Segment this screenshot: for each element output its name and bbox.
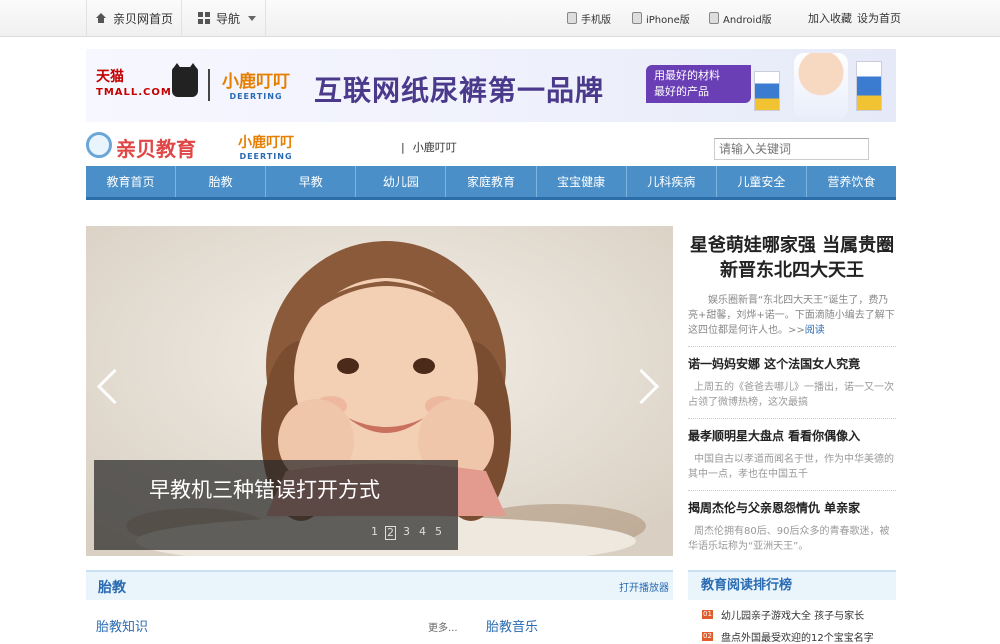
news-title[interactable]: 揭周杰伦与父亲恩怨情仇 单亲家 — [688, 499, 896, 516]
iphone-version-link[interactable]: iPhone版 — [632, 0, 690, 36]
nav-item[interactable]: 儿童安全 — [717, 166, 807, 197]
slide-pagination: 12345 — [369, 526, 444, 540]
deerting-logo-en: DEERTING — [239, 152, 293, 161]
android-version-label: Android版 — [723, 14, 772, 26]
home-icon — [95, 12, 107, 24]
sponsor-link[interactable]: 小鹿叮叮 — [401, 139, 457, 155]
banner-tag-line2: 最好的产品 — [654, 85, 709, 98]
more-link[interactable]: 更多... — [428, 619, 458, 634]
banner-ad[interactable]: 天猫 TMALL.COM 小鹿叮叮 DEERTING 互联网纸尿裤第一品牌 用最… — [86, 49, 896, 122]
diaper-pack-image — [856, 61, 882, 111]
deerting-logo-cn: 小鹿叮叮 — [238, 135, 294, 151]
open-player-link[interactable]: 打开播放器 — [619, 579, 669, 594]
grid-icon — [198, 12, 210, 24]
subsection-knowledge[interactable]: 胎教知识 — [96, 616, 148, 635]
section-header: 胎教 打开播放器 — [86, 570, 673, 600]
site-header: 亲贝教育 小鹿叮叮 DEERTING 小鹿叮叮 — [86, 128, 896, 164]
apple-icon — [632, 12, 642, 24]
news-title[interactable]: 诺一妈妈安娜 这个法国女人究竟 — [688, 355, 896, 372]
slide-dot[interactable]: 4 — [417, 526, 428, 540]
rank-number: 01 — [702, 610, 713, 619]
mobile-version-label: 手机版 — [581, 14, 611, 26]
nav-item[interactable]: 教育首页 — [86, 166, 177, 197]
main-nav: 教育首页 胎教 早教 幼儿园 家庭教育 宝宝健康 儿科疾病 儿童安全 营养饮食 — [86, 166, 896, 200]
chevron-down-icon — [248, 15, 257, 21]
set-homepage-link[interactable]: 设为首页 — [857, 0, 901, 36]
android-icon — [709, 12, 719, 24]
deerting-logo-en: DEERTING — [229, 92, 283, 101]
nav-item[interactable]: 营养饮食 — [807, 166, 896, 197]
banner-divider — [208, 69, 210, 101]
mobile-version-link[interactable]: 手机版 — [567, 0, 611, 36]
nav-item[interactable]: 幼儿园 — [356, 166, 447, 197]
ranking-title: 教育阅读排行榜 — [688, 570, 896, 600]
slide-title: 早教机三种错误打开方式 — [149, 478, 380, 502]
deerting-logo: 小鹿叮叮 DEERTING — [222, 67, 290, 101]
ranking-item[interactable]: 01 幼儿园亲子游戏大全 孩子与家长 — [688, 607, 896, 622]
nav-item[interactable]: 早教 — [266, 166, 357, 197]
slide-dot[interactable]: 3 — [401, 526, 412, 540]
rank-title: 盘点外国最受欢迎的12个宝宝名字 — [721, 633, 874, 644]
home-label: 亲贝网首页 — [113, 11, 174, 26]
nav-item[interactable]: 宝宝健康 — [537, 166, 627, 197]
nav-item[interactable]: 家庭教育 — [446, 166, 537, 197]
banner-slogan: 互联网纸尿裤第一品牌 — [314, 74, 605, 107]
rank-title: 幼儿园亲子游戏大全 孩子与家长 — [721, 611, 865, 622]
section-title: 胎教 — [98, 580, 126, 596]
add-favorite-link[interactable]: 加入收藏 — [808, 0, 852, 36]
headline-lead: 娱乐圈新晋“东北四大天王”诞生了，费乃亮+甜馨，刘烨+诺一。下面滴随小编去了解下… — [688, 293, 896, 338]
slide-dot[interactable]: 5 — [433, 526, 444, 540]
nav-label: 导航 — [216, 11, 241, 26]
banner-tag-line1: 用最好的材料 — [654, 69, 720, 82]
next-slide-arrow[interactable] — [631, 366, 655, 406]
hero-slider: 早教机三种错误打开方式 12345 — [86, 226, 673, 556]
news-summary: 中国自古以孝道而闻名于世，作为中华美德的其中一点，孝也在中国五千 — [688, 454, 894, 480]
baby-image — [794, 53, 848, 119]
tmall-cat-icon — [172, 63, 198, 97]
headline-lead-text: 娱乐圈新晋“东北四大天王”诞生了，费乃亮+甜馨，刘烨+诺一。下面滴随小编去了解下… — [688, 295, 895, 336]
tmall-logo-en: TMALL.COM — [96, 87, 172, 98]
news-item: 揭周杰伦与父亲恩怨情仇 单亲家周杰伦拥有80后、90后众多的青春歌迷，被华语乐坛… — [688, 490, 896, 554]
search-input[interactable] — [714, 138, 869, 160]
iphone-version-label: iPhone版 — [646, 14, 690, 26]
news-summary: 上周五的《爸爸去哪儿》一播出，诺一又一次占领了微博热榜，这次最搞 — [688, 382, 894, 408]
news-summary: 周杰伦拥有80后、90后众多的青春歌迷，被华语乐坛称为“亚洲天王”。 — [688, 526, 890, 552]
subsection-music[interactable]: 胎教音乐 — [486, 616, 538, 635]
headline-column: 星爸萌娃哪家强 当属贵圈新晋东北四大天王 娱乐圈新晋“东北四大天王”诞生了，费乃… — [688, 226, 896, 554]
top-bar: 亲贝网首页 导航 手机版 iPhone版 Android版 加入收藏 设为首页 — [0, 0, 1000, 37]
slide-dot[interactable]: 2 — [385, 526, 396, 540]
ranking-panel: 教育阅读排行榜 01 幼儿园亲子游戏大全 孩子与家长 02 盘点外国最受欢迎的12个宝… — [688, 570, 896, 644]
diaper-pack-image — [754, 71, 780, 111]
home-link[interactable]: 亲贝网首页 — [86, 0, 182, 36]
nav-dropdown[interactable]: 导航 — [182, 0, 266, 36]
tmall-logo: 天猫 TMALL.COM — [96, 69, 172, 101]
headline-title[interactable]: 星爸萌娃哪家强 当属贵圈新晋东北四大天王 — [688, 233, 896, 283]
tmall-logo-cn: 天猫 — [96, 69, 124, 85]
news-title[interactable]: 最孝顺明星大盘点 看看你偶像入 — [688, 427, 896, 444]
prev-slide-arrow[interactable] — [96, 366, 120, 406]
read-more-link[interactable]: 阅读 — [805, 325, 825, 336]
ranking-item[interactable]: 02 盘点外国最受欢迎的12个宝宝名字 — [688, 629, 896, 644]
deerting-logo: 小鹿叮叮 DEERTING — [238, 132, 294, 161]
deerting-logo-cn: 小鹿叮叮 — [222, 72, 290, 92]
logo-text: 亲贝教育 — [116, 137, 196, 161]
news-list: 诺一妈妈安娜 这个法国女人究竟上周五的《爸爸去哪儿》一播出，诺一又一次占领了微博… — [688, 346, 896, 554]
banner-tag: 用最好的材料 最好的产品 — [646, 65, 751, 103]
nav-item[interactable]: 儿科疾病 — [627, 166, 717, 197]
news-item: 最孝顺明星大盘点 看看你偶像入中国自古以孝道而闻名于世，作为中华美德的其中一点，… — [688, 418, 896, 482]
logo-icon — [86, 132, 112, 158]
slide-caption[interactable]: 早教机三种错误打开方式 12345 — [94, 460, 458, 550]
phone-icon — [567, 12, 577, 24]
news-item: 诺一妈妈安娜 这个法国女人究竟上周五的《爸爸去哪儿》一播出，诺一又一次占领了微博… — [688, 346, 896, 410]
nav-item[interactable]: 胎教 — [176, 166, 267, 197]
android-version-link[interactable]: Android版 — [709, 0, 772, 36]
slide-dot[interactable]: 1 — [369, 526, 380, 540]
ranking-list: 01 幼儿园亲子游戏大全 孩子与家长 02 盘点外国最受欢迎的12个宝宝名字 — [688, 607, 896, 644]
rank-number: 02 — [702, 632, 713, 641]
